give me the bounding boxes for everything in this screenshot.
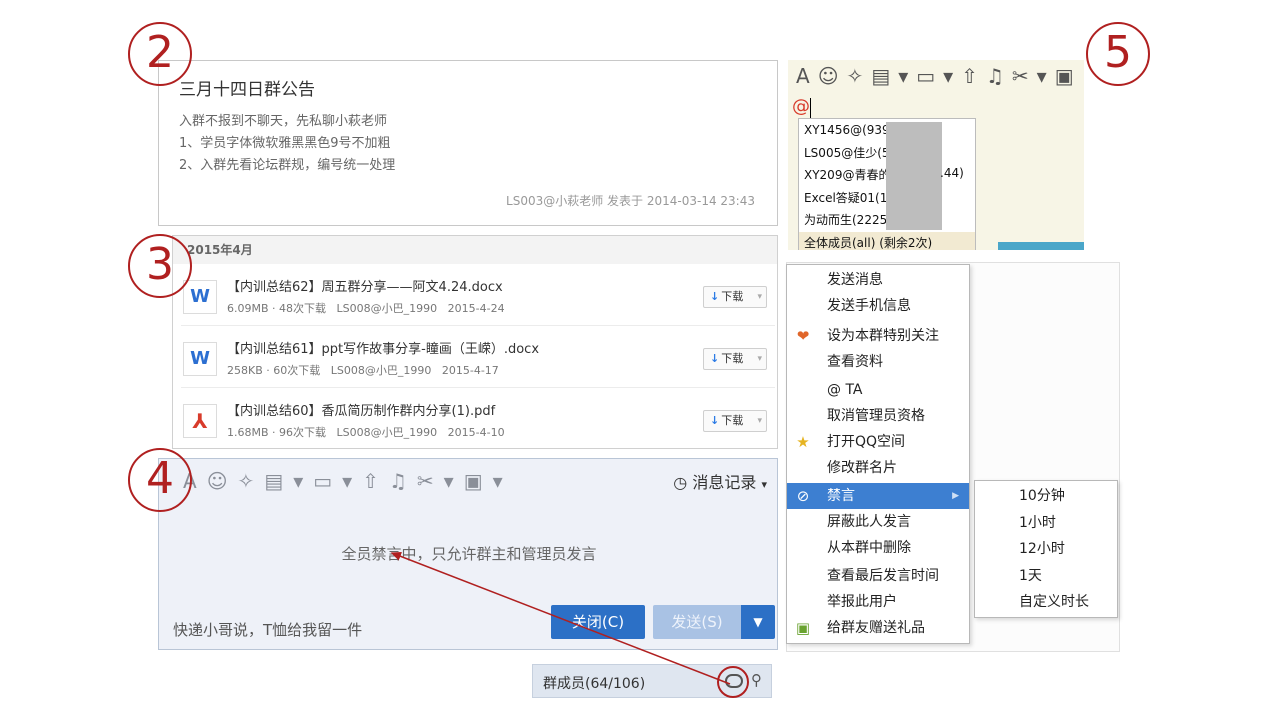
annotation-arrow <box>390 552 731 685</box>
arrow-line <box>390 552 731 685</box>
marker-4: 4 <box>128 448 192 512</box>
marker-5: 5 <box>1086 22 1150 86</box>
marker-2: 2 <box>128 22 192 86</box>
marker-3: 3 <box>128 234 192 298</box>
